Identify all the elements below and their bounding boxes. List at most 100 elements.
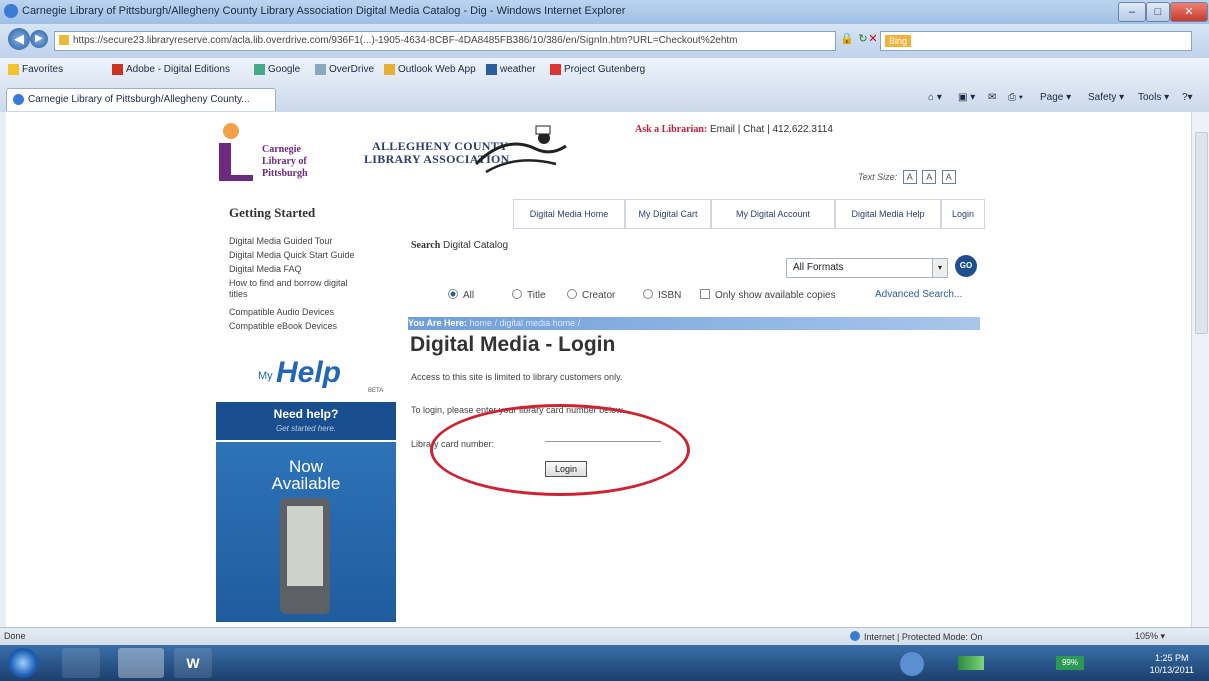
home-icon[interactable]: ⌂ ▾ bbox=[928, 92, 942, 103]
print-icon[interactable]: ⎙ ▾ bbox=[1008, 92, 1023, 103]
text-size-medium-button[interactable]: A bbox=[922, 170, 937, 184]
now-available-banner[interactable]: Now Available bbox=[216, 442, 396, 622]
fav-weather[interactable]: weather bbox=[486, 64, 536, 75]
radio-creator[interactable]: Creator bbox=[567, 289, 615, 301]
signal-icon[interactable] bbox=[958, 656, 984, 670]
tab-digital-media-help[interactable]: Digital Media Help bbox=[835, 199, 941, 229]
getting-started-heading: Getting Started bbox=[229, 205, 316, 220]
favorites-button[interactable]: Favorites bbox=[8, 64, 63, 75]
explorer-taskbar-icon[interactable] bbox=[62, 648, 100, 678]
tab-digital-media-home[interactable]: Digital Media Home bbox=[513, 199, 625, 229]
radio-title[interactable]: Title bbox=[512, 289, 546, 301]
gutenberg-icon bbox=[550, 64, 561, 75]
page-content bbox=[6, 112, 1191, 627]
status-bar: Done Internet | Protected Mode: On 105% … bbox=[0, 627, 1209, 646]
acla-runner-icon bbox=[474, 125, 567, 174]
back-button[interactable]: ◀ bbox=[8, 28, 30, 50]
browser-tab[interactable]: Carnegie Library of Pittsburgh/Allegheny… bbox=[6, 88, 276, 111]
window-titlebar: Carnegie Library of Pittsburgh/Allegheny… bbox=[0, 0, 1209, 24]
need-help-banner[interactable]: Need help? Get started here. bbox=[216, 402, 396, 440]
radio-all[interactable]: All bbox=[448, 289, 474, 301]
clock[interactable]: 1:25 PM 10/13/2011 bbox=[1150, 652, 1194, 676]
annotation-circle bbox=[430, 404, 690, 496]
clp-logo-dot bbox=[223, 123, 239, 139]
start-button[interactable] bbox=[8, 648, 38, 678]
page-icon bbox=[59, 35, 69, 46]
feeds-icon[interactable]: ▣ ▾ bbox=[958, 92, 975, 103]
page-menu[interactable]: Page ▾ bbox=[1040, 92, 1071, 103]
text-size-large-button[interactable]: A bbox=[941, 170, 956, 184]
search-box[interactable]: Bing bbox=[880, 31, 1192, 51]
favorites-bar: Favorites Adobe - Digital Editions Googl… bbox=[0, 58, 1209, 84]
tab-my-digital-account[interactable]: My Digital Account bbox=[711, 199, 835, 229]
advanced-search-link[interactable]: Advanced Search... bbox=[875, 289, 962, 300]
battery-icon[interactable]: 99% bbox=[1056, 656, 1084, 670]
window-title: Carnegie Library of Pittsburgh/Allegheny… bbox=[22, 5, 626, 17]
safety-menu[interactable]: Safety ▾ bbox=[1088, 92, 1124, 103]
text-size-control: Text Size: A A A bbox=[858, 170, 956, 184]
lock-icon[interactable]: 🔒 bbox=[840, 32, 854, 46]
link-quick-start[interactable]: Digital Media Quick Start Guide bbox=[229, 250, 355, 260]
fav-gutenberg[interactable]: Project Gutenberg bbox=[550, 64, 645, 75]
bing-logo-icon: Bing bbox=[885, 35, 911, 47]
help-menu[interactable]: ?▾ bbox=[1182, 92, 1193, 103]
maximize-button[interactable]: □ bbox=[1146, 2, 1170, 22]
tab-favicon-icon bbox=[13, 93, 24, 105]
fav-outlook[interactable]: Outlook Web App bbox=[384, 64, 476, 75]
tools-menu[interactable]: Tools ▾ bbox=[1138, 92, 1169, 103]
link-faq[interactable]: Digital Media FAQ bbox=[229, 264, 302, 274]
star-icon bbox=[8, 64, 19, 75]
tab-row: Carnegie Library of Pittsburgh/Allegheny… bbox=[0, 84, 1209, 112]
zoom-level[interactable]: 105% ▾ bbox=[1135, 631, 1165, 642]
mail-icon[interactable]: ✉ bbox=[988, 92, 996, 103]
system-tray: 99% 1:25 PM 10/13/2011 bbox=[880, 648, 1200, 678]
page-title: Digital Media - Login bbox=[410, 333, 616, 356]
adobe-icon bbox=[112, 64, 123, 75]
overdrive-icon bbox=[315, 64, 326, 75]
url-text: https://secure23.libraryreserve.com/acla… bbox=[73, 35, 738, 46]
status-text: Done bbox=[4, 631, 26, 641]
access-notice: Access to this site is limited to librar… bbox=[411, 372, 623, 382]
link-find-borrow-cont[interactable]: titles bbox=[229, 289, 248, 299]
go-button[interactable]: GO bbox=[955, 255, 977, 277]
myhelp-banner[interactable]: My Help BETA bbox=[216, 352, 396, 400]
link-find-borrow[interactable]: How to find and borrow digital bbox=[229, 278, 348, 288]
minimize-button[interactable]: – bbox=[1118, 2, 1146, 22]
radio-isbn[interactable]: ISBN bbox=[643, 289, 681, 301]
taskbar: W 99% 1:25 PM 10/13/2011 bbox=[0, 645, 1209, 681]
fav-adobe[interactable]: Adobe - Digital Editions bbox=[112, 64, 230, 75]
fav-overdrive[interactable]: OverDrive bbox=[315, 64, 374, 75]
ask-a-librarian: Ask a Librarian: Email | Chat | 412.622.… bbox=[635, 124, 833, 135]
address-row: ◀ ▶ https://secure23.libraryreserve.com/… bbox=[0, 24, 1209, 58]
link-guided-tour[interactable]: Digital Media Guided Tour bbox=[229, 236, 332, 246]
stop-icon[interactable]: ✕ bbox=[866, 32, 880, 46]
text-size-small-button[interactable]: A bbox=[902, 170, 917, 184]
breadcrumb-path[interactable]: home / digital media home / bbox=[470, 318, 581, 328]
link-audio-devices[interactable]: Compatible Audio Devices bbox=[229, 307, 334, 317]
ask-contacts[interactable]: Email | Chat | 412.622.3114 bbox=[710, 124, 833, 135]
search-heading: Search Digital Catalog bbox=[411, 240, 509, 251]
ie-icon bbox=[4, 4, 18, 18]
link-ebook-devices[interactable]: Compatible eBook Devices bbox=[229, 321, 337, 331]
weather-icon bbox=[486, 64, 497, 75]
clp-logo-foot bbox=[219, 175, 253, 181]
address-field[interactable]: https://secure23.libraryreserve.com/acla… bbox=[54, 31, 836, 51]
ask-label[interactable]: Ask a Librarian: bbox=[635, 124, 707, 135]
ie-taskbar-icon[interactable] bbox=[118, 648, 164, 678]
network-icon[interactable] bbox=[900, 652, 924, 676]
security-zone[interactable]: Internet | Protected Mode: On bbox=[850, 631, 982, 642]
forward-button[interactable]: ▶ bbox=[30, 30, 48, 48]
clp-logo-text[interactable]: Carnegie Library of Pittsburgh bbox=[262, 144, 308, 180]
word-taskbar-icon[interactable]: W bbox=[174, 648, 212, 678]
chevron-down-icon[interactable]: ▾ bbox=[932, 259, 947, 277]
ereader-image bbox=[280, 498, 330, 614]
breadcrumb: You Are Here: home / digital media home … bbox=[408, 317, 980, 330]
close-button[interactable]: ✕ bbox=[1170, 2, 1208, 22]
tab-login[interactable]: Login bbox=[941, 199, 985, 229]
fav-google[interactable]: Google bbox=[254, 64, 300, 75]
available-only-checkbox[interactable]: Only show available copies bbox=[700, 289, 836, 301]
vertical-scrollbar[interactable] bbox=[1191, 112, 1209, 627]
tab-my-digital-cart[interactable]: My Digital Cart bbox=[625, 199, 711, 229]
format-select[interactable]: All Formats ▾ bbox=[786, 258, 948, 278]
scroll-thumb[interactable] bbox=[1195, 132, 1208, 334]
